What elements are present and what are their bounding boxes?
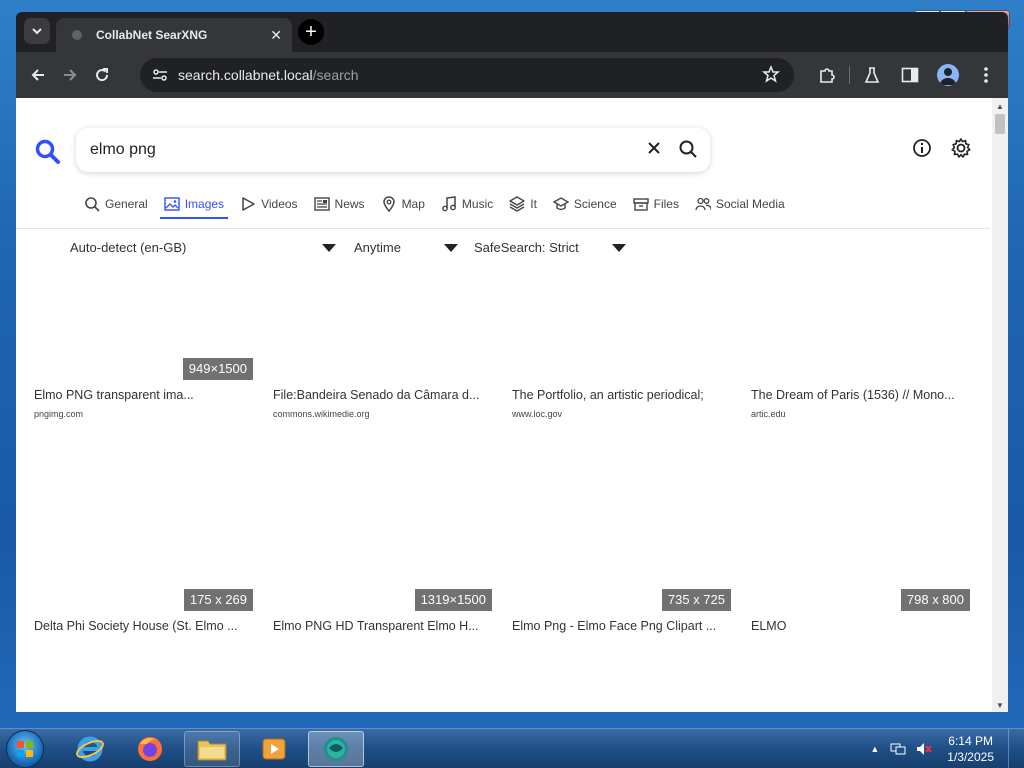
volume-muted-icon[interactable] (915, 741, 933, 757)
taskbar-internet-explorer[interactable] (62, 731, 118, 767)
image-result-card[interactable]: 798 x 800 ELMO (751, 329, 975, 633)
extensions-button[interactable] (811, 59, 843, 91)
show-desktop-button[interactable] (1008, 729, 1018, 768)
folder-icon (197, 740, 227, 761)
scrollbar-thumb[interactable] (995, 114, 1005, 134)
clock-time: 6:14 PM (948, 734, 993, 748)
result-title[interactable]: Elmo Png - Elmo Face Png Clipart ... (512, 619, 730, 633)
browser-window: CollabNet SearXNG ✕ + search.collabnet.l… (16, 12, 1008, 712)
page-content: GeneralImagesVideosNewsMapMusicItScience… (16, 98, 1008, 712)
reload-icon (96, 68, 109, 82)
image-result-card[interactable]: 1319×1500 Elmo PNG HD Transparent Elmo H.… (273, 329, 497, 633)
image-result-card[interactable]: 735 x 725 Elmo Png - Elmo Face Png Clipar… (512, 329, 736, 633)
toolbar-separator (849, 66, 850, 84)
image-dimensions-badge: 798 x 800 (900, 589, 970, 611)
profile-button[interactable] (932, 59, 964, 91)
menu-button[interactable] (970, 59, 1002, 91)
tray-expand-icon[interactable]: ▲ (870, 744, 879, 754)
arrow-right-icon (64, 69, 77, 81)
image-result-card[interactable]: 175 x 269 Delta Phi Society House (St. El… (34, 329, 258, 633)
windows-logo-icon (17, 741, 33, 757)
forward-button[interactable] (54, 59, 86, 91)
image-result-card[interactable]: The Dream of Paris (1536) // Mono... arti… (751, 98, 975, 419)
media-player-icon (262, 738, 286, 760)
new-tab-button[interactable]: + (298, 19, 324, 45)
side-panel-icon (901, 67, 919, 83)
start-button[interactable] (6, 730, 44, 768)
image-dimensions-badge: 1319×1500 (414, 589, 492, 611)
side-panel-button[interactable] (894, 59, 926, 91)
vertical-scrollbar[interactable]: ▲ ▼ (992, 98, 1008, 712)
taskbar-file-explorer[interactable] (184, 731, 240, 767)
network-icon[interactable] (889, 741, 907, 757)
reload-button[interactable] (86, 59, 118, 91)
image-result-card[interactable]: The Portfolio, an artistic periodical; ww… (512, 98, 736, 419)
browser-toolbar: search.collabnet.local/search (16, 52, 1008, 98)
flask-icon (864, 67, 880, 83)
kebab-menu-icon (984, 67, 988, 83)
clock[interactable]: 6:14 PM 1/3/2025 (947, 733, 994, 765)
result-title[interactable]: Delta Phi Society House (St. Elmo ... (34, 619, 252, 633)
clock-date: 1/3/2025 (947, 750, 994, 764)
internet-explorer-icon (76, 736, 104, 762)
taskbar-media-player[interactable] (246, 731, 302, 767)
url-host: search.collabnet.local (178, 67, 313, 83)
taskbar-firefox[interactable] (122, 731, 178, 767)
avatar-icon (937, 64, 959, 86)
toolbar-right (811, 59, 1002, 91)
firefox-icon (138, 737, 162, 761)
result-title[interactable]: Elmo PNG HD Transparent Elmo H... (273, 619, 491, 633)
taskbar-active-app[interactable] (308, 731, 364, 767)
tab-strip: CollabNet SearXNG ✕ + (16, 12, 1008, 52)
site-info-icon[interactable] (152, 68, 168, 82)
app-globe-icon (324, 737, 348, 761)
tab-search-button[interactable] (24, 18, 50, 44)
system-tray: ▲ 6:14 PM 1/3/2025 (870, 729, 1018, 768)
tab-title: CollabNet SearXNG (96, 28, 208, 42)
image-result-card[interactable]: 949×1500 Elmo PNG transparent ima... pngim… (34, 98, 258, 419)
labs-button[interactable] (856, 59, 888, 91)
scroll-down-arrow-icon[interactable]: ▼ (996, 701, 1004, 710)
result-title[interactable]: ELMO (751, 619, 969, 633)
url-text: search.collabnet.local/search (178, 67, 359, 83)
taskbar: ▲ 6:14 PM 1/3/2025 (0, 728, 1024, 768)
tab-close-button[interactable]: ✕ (270, 27, 282, 44)
favicon-icon (72, 30, 82, 40)
image-result-card[interactable]: File:Bandeira Senado da Câmara d... commo… (273, 98, 497, 419)
chevron-down-icon (32, 28, 42, 35)
star-icon (762, 64, 780, 83)
arrow-left-icon (31, 69, 44, 81)
back-button[interactable] (22, 59, 54, 91)
address-bar[interactable]: search.collabnet.local/search (140, 58, 794, 92)
tab-active[interactable]: CollabNet SearXNG ✕ (56, 18, 292, 52)
bookmark-star-button[interactable] (762, 64, 780, 86)
scroll-up-arrow-icon[interactable]: ▲ (996, 102, 1004, 111)
image-dimensions-badge: 175 x 269 (183, 589, 253, 611)
image-dimensions-badge: 735 x 725 (661, 589, 731, 611)
puzzle-icon (820, 68, 835, 83)
url-path: /search (312, 67, 359, 83)
